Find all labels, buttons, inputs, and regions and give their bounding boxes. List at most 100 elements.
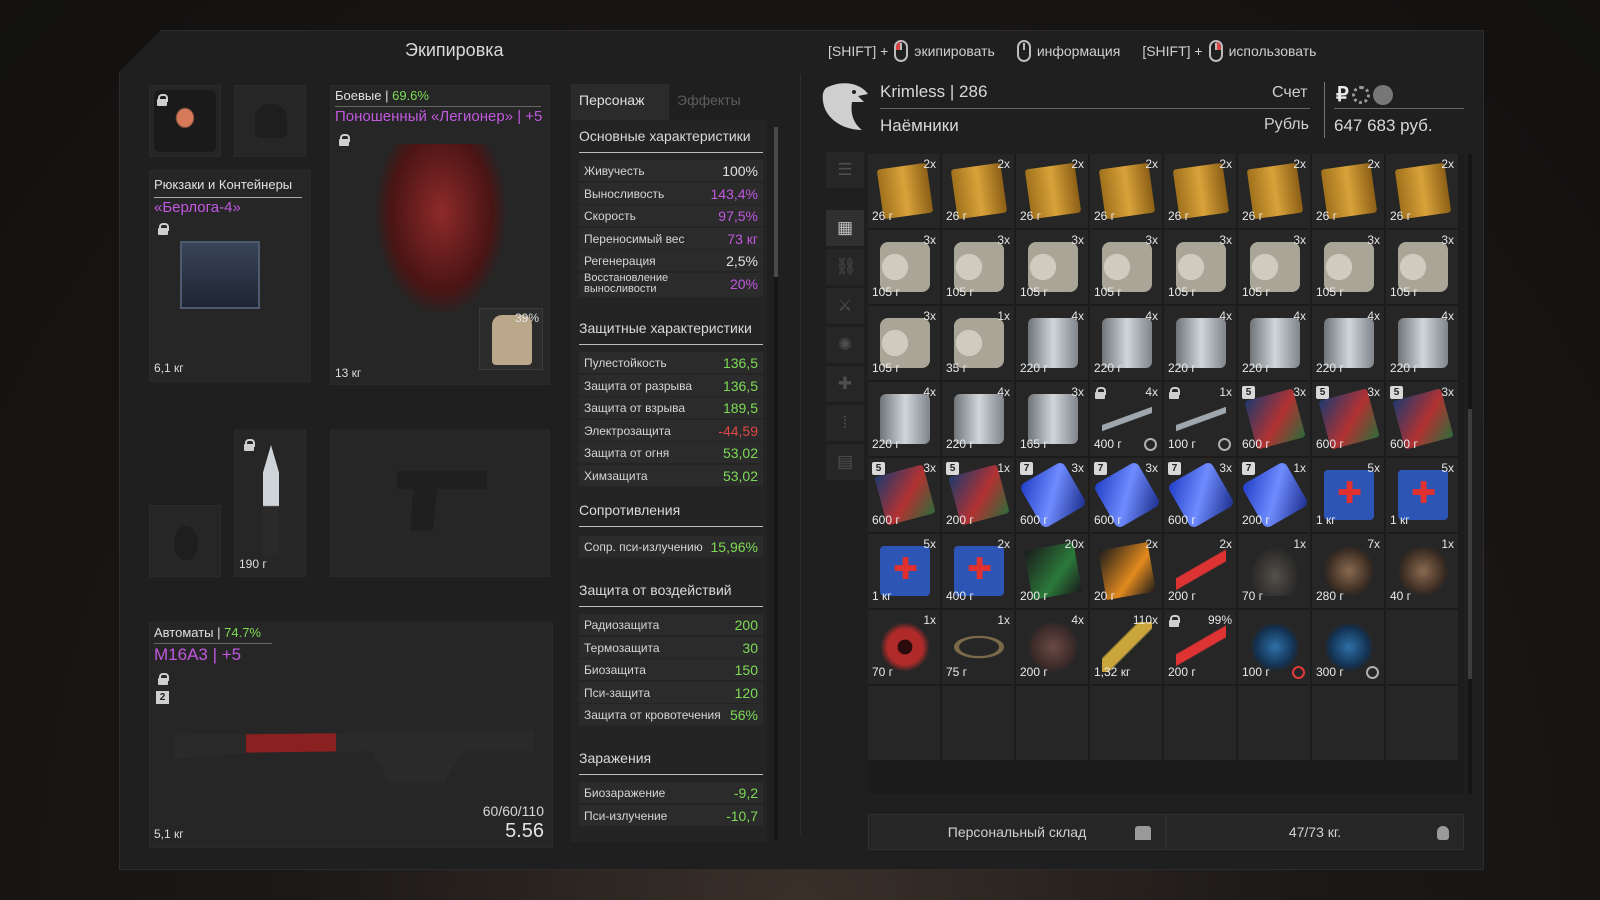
armor-slot[interactable]: Боевые | 69.6% Поношенный «Легионер» | +… bbox=[330, 85, 550, 385]
inventory-item[interactable]: 3x 105 г bbox=[1386, 230, 1460, 306]
inventory-item[interactable]: 3x 105 г bbox=[868, 306, 942, 382]
inventory-item[interactable]: 5x 1 кг bbox=[1386, 458, 1460, 534]
inventory-item[interactable]: 3x 105 г bbox=[868, 230, 942, 306]
inventory-item[interactable]: 4x 220 г bbox=[1016, 306, 1090, 382]
stats-scroll-thumb[interactable] bbox=[774, 127, 778, 277]
inventory-item[interactable]: 4x 220 г bbox=[1164, 306, 1238, 382]
inventory-item[interactable]: 2x 26 г bbox=[942, 154, 1016, 230]
inventory-empty-cell[interactable] bbox=[1238, 686, 1312, 762]
inventory-item[interactable]: 100 г bbox=[1238, 610, 1312, 686]
inventory-item[interactable]: 7x 280 г bbox=[1312, 534, 1386, 610]
inventory-item[interactable]: 110x 1,32 кг bbox=[1090, 610, 1164, 686]
inventory-item[interactable]: 4x 220 г bbox=[1090, 306, 1164, 382]
pistol-slot[interactable] bbox=[330, 430, 550, 577]
filter-other-button[interactable]: ▤ bbox=[826, 444, 864, 480]
inventory-empty-cell[interactable] bbox=[1164, 686, 1238, 762]
inventory-item[interactable]: 2x 20 г bbox=[1090, 534, 1164, 610]
inventory-item[interactable]: 2x 200 г bbox=[1164, 534, 1238, 610]
inventory-item[interactable]: 2x 26 г bbox=[1164, 154, 1238, 230]
stat-value: -44,59 bbox=[718, 422, 758, 439]
inventory-empty-cell[interactable] bbox=[1016, 686, 1090, 762]
helmet-slot[interactable] bbox=[234, 85, 306, 157]
inventory-empty-cell[interactable] bbox=[1386, 686, 1460, 762]
inventory-empty-cell[interactable] bbox=[1386, 610, 1460, 686]
inventory-empty-cell[interactable] bbox=[868, 686, 942, 762]
mask-slot[interactable] bbox=[149, 85, 221, 157]
inventory-item[interactable]: 4x 220 г bbox=[1312, 306, 1386, 382]
inventory-scrollbar[interactable] bbox=[1468, 154, 1472, 794]
inventory-item[interactable]: 5 3x 600 г bbox=[1386, 382, 1460, 458]
inventory-empty-cell[interactable] bbox=[1090, 686, 1164, 762]
inventory-item[interactable]: 1x 35 г bbox=[942, 306, 1016, 382]
inventory-item[interactable]: 5 3x 600 г bbox=[1312, 382, 1386, 458]
inventory-item[interactable]: 1x 40 г bbox=[1386, 534, 1460, 610]
inventory-item[interactable]: 4x 220 г bbox=[1386, 306, 1460, 382]
inventory-item[interactable]: 7 3x 600 г bbox=[1090, 458, 1164, 534]
filter-medicine-button[interactable]: ✚ bbox=[826, 366, 864, 402]
filter-artifacts-button[interactable]: ✺ bbox=[826, 327, 864, 363]
inventory-item[interactable]: 5 3x 600 г bbox=[868, 458, 942, 534]
item-weight: 75 г bbox=[946, 665, 968, 679]
item-count: 2x bbox=[1367, 157, 1380, 171]
inventory-item[interactable]: 2x 26 г bbox=[1312, 154, 1386, 230]
stat-row: Химзащита 53,02 bbox=[579, 464, 763, 486]
stat-value: 56% bbox=[729, 707, 758, 723]
inventory-empty-cell[interactable] bbox=[1312, 686, 1386, 762]
backpack-slot[interactable]: Рюкзаки и Контейнеры «Берлога-4» 6,1 кг bbox=[149, 170, 311, 382]
stats-scrollbar[interactable] bbox=[774, 127, 778, 839]
inventory-item[interactable]: 2x 26 г bbox=[868, 154, 942, 230]
inventory-item[interactable]: 1x 70 г bbox=[868, 610, 942, 686]
inventory-empty-cell[interactable] bbox=[942, 686, 1016, 762]
item-weight: 200 г bbox=[1242, 513, 1270, 527]
inventory-item[interactable]: 3x 105 г bbox=[942, 230, 1016, 306]
inventory-item[interactable]: 5 3x 600 г bbox=[1238, 382, 1312, 458]
inventory-item[interactable]: 300 г bbox=[1312, 610, 1386, 686]
inventory-item[interactable]: 20x 200 г bbox=[1016, 534, 1090, 610]
inventory-item[interactable]: 3x 105 г bbox=[1164, 230, 1238, 306]
inventory-item[interactable]: 4x 220 г bbox=[1238, 306, 1312, 382]
sort-button[interactable]: ☰ bbox=[826, 152, 864, 188]
inventory-item[interactable]: 2x 26 г bbox=[1016, 154, 1090, 230]
inventory-item[interactable]: 5 1x 200 г bbox=[942, 458, 1016, 534]
armor-item-icon bbox=[376, 144, 506, 314]
filter-all-button[interactable]: ▦ bbox=[826, 210, 864, 246]
lock-icon bbox=[158, 223, 169, 235]
inventory-item[interactable]: 3x 105 г bbox=[1090, 230, 1164, 306]
inventory-item[interactable]: 7 3x 600 г bbox=[1016, 458, 1090, 534]
inventory-item[interactable]: 2x 26 г bbox=[1238, 154, 1312, 230]
inventory-item[interactable]: 3x 165 г bbox=[1016, 382, 1090, 458]
gear-currency-icon[interactable] bbox=[1351, 85, 1370, 104]
inventory-item[interactable]: 4x 220 г bbox=[942, 382, 1016, 458]
inventory-item[interactable]: 4x 200 г bbox=[1016, 610, 1090, 686]
inventory-item[interactable]: 99% 200 г bbox=[1164, 610, 1238, 686]
inventory-scroll-thumb[interactable] bbox=[1468, 409, 1472, 679]
ruble-icon[interactable]: ₽ bbox=[1336, 82, 1349, 107]
armor-plate-slot[interactable]: 39% bbox=[479, 308, 543, 370]
coin-currency-icon[interactable] bbox=[1372, 84, 1393, 105]
inventory-item[interactable]: 1x 75 г bbox=[942, 610, 1016, 686]
inventory-item[interactable]: 4x 400 г bbox=[1090, 382, 1164, 458]
inventory-item[interactable]: 3x 105 г bbox=[1016, 230, 1090, 306]
inventory-item[interactable]: 1x 70 г bbox=[1238, 534, 1312, 610]
inventory-item[interactable]: 7 3x 600 г bbox=[1164, 458, 1238, 534]
inventory-item[interactable]: 1x 100 г bbox=[1164, 382, 1238, 458]
inventory-item[interactable]: 5x 1 кг bbox=[1312, 458, 1386, 534]
inventory-item[interactable]: 4x 220 г bbox=[868, 382, 942, 458]
filter-ammo-button[interactable]: ⁞ bbox=[826, 405, 864, 441]
inventory-item[interactable]: 5x 1 кг bbox=[868, 534, 942, 610]
inventory-item[interactable]: 2x 400 г bbox=[942, 534, 1016, 610]
inventory-item[interactable]: 2x 26 г bbox=[1090, 154, 1164, 230]
inventory-item[interactable]: 7 1x 200 г bbox=[1238, 458, 1312, 534]
personal-storage-button[interactable]: Персональный склад bbox=[868, 814, 1166, 850]
inventory-item[interactable]: 3x 105 г bbox=[1238, 230, 1312, 306]
device-slot[interactable] bbox=[149, 505, 221, 577]
knife-slot[interactable]: 190 г bbox=[234, 430, 306, 577]
tab-effects[interactable]: Эффекты bbox=[669, 84, 767, 120]
inventory-item[interactable]: 2x 26 г bbox=[1386, 154, 1460, 230]
filter-weapons-button[interactable]: ⚔ bbox=[826, 288, 864, 324]
tab-character[interactable]: Персонаж bbox=[571, 84, 669, 120]
primary-weapon-slot[interactable]: Автоматы | 74.7% M16A3 | +5 2 5,1 кг 60/… bbox=[149, 622, 553, 848]
filter-attachments-button[interactable]: ⛓ bbox=[826, 249, 864, 285]
item-weight: 280 г bbox=[1316, 589, 1344, 603]
inventory-item[interactable]: 3x 105 г bbox=[1312, 230, 1386, 306]
